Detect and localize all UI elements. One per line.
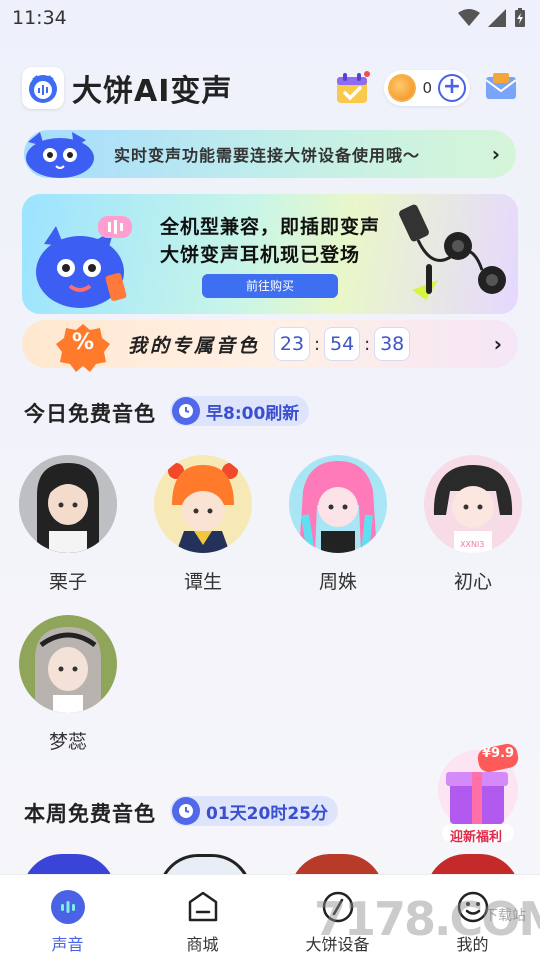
notice-text: 实时变声功能需要连接大饼设备使用哦～ <box>114 146 421 165</box>
exclusive-title: 我的专属音色 <box>128 334 261 357</box>
mail-icon[interactable] <box>484 71 518 105</box>
buy-now-button[interactable]: 前往购买 <box>202 274 338 298</box>
alarm-clock-icon <box>172 797 200 825</box>
avatar <box>19 615 117 713</box>
voice-name: 梦蕊 <box>48 731 87 753</box>
promo-line2: 大饼变声耳机现已登场 <box>160 244 361 266</box>
shop-icon <box>185 889 221 925</box>
new-user-gift[interactable]: ¥9.9 迎新福利 <box>434 740 522 845</box>
avatar <box>19 455 117 553</box>
app-title: 大饼AI变声 <box>72 74 233 109</box>
voice-card[interactable]: XXNI3 初心 <box>423 455 523 594</box>
discount-badge: % <box>72 330 95 355</box>
battery-icon <box>515 8 525 27</box>
promo-line1: 全机型兼容，即插即变声 <box>160 216 381 238</box>
app-header: 大饼AI变声 0 + <box>22 66 518 110</box>
voice-name: 初心 <box>453 571 492 593</box>
voice-name: 周姝 <box>318 571 357 593</box>
coin-balance[interactable]: 0 + <box>384 70 470 106</box>
voice-name: 栗子 <box>48 571 87 593</box>
earphone-promo-banner[interactable]: 全机型兼容，即插即变声 大饼变声耳机现已登场 前往购买 <box>22 194 518 314</box>
voice-card[interactable]: 梦蕊 <box>18 615 118 754</box>
signal-icon <box>488 9 506 27</box>
chevron-right-icon: › <box>491 142 500 166</box>
status-bar: 11:34 <box>0 0 540 36</box>
avatar <box>154 455 252 553</box>
add-coins-button[interactable]: + <box>438 74 466 102</box>
gift-label: 迎新福利 <box>450 830 503 845</box>
tab-mall[interactable]: 商城 <box>153 889 253 955</box>
voice-card[interactable]: 周姝 <box>288 455 388 594</box>
coin-icon <box>388 74 417 102</box>
weekly-countdown: 01天20时25分 <box>206 803 328 824</box>
voice-card[interactable]: 谭生 <box>153 455 253 594</box>
weekly-countdown-badge: 01天20时25分 <box>170 796 338 826</box>
watermark-small: 下载站 <box>484 908 526 924</box>
voice-name: 谭生 <box>183 571 222 593</box>
weekly-section-title: 本周免费音色 <box>24 802 156 826</box>
timer-minutes: 54 <box>324 327 361 361</box>
exclusive-voice-banner[interactable]: % 我的专属音色 23 : 54 : 38 › <box>22 320 518 372</box>
refresh-badge: 早8:00刷新 <box>170 396 310 426</box>
mascot-phone-icon <box>36 216 132 308</box>
avatar: XXNI3 <box>424 455 522 553</box>
mascot-icon <box>26 132 94 178</box>
tab-label: 声音 <box>51 935 84 954</box>
tab-voice[interactable]: 声音 <box>18 889 118 955</box>
timer-hours: 23 <box>274 327 311 361</box>
avatar <box>289 455 387 553</box>
status-time: 11:34 <box>12 7 67 29</box>
wifi-icon <box>458 9 480 26</box>
earphones-icon <box>399 204 506 300</box>
device-notice-banner[interactable]: 实时变声功能需要连接大饼设备使用哦～ › <box>24 130 516 178</box>
coin-count: 0 <box>422 79 432 97</box>
today-section-title: 今日免费音色 <box>24 402 156 426</box>
tab-label: 商城 <box>186 935 219 954</box>
gift-price: ¥9.9 <box>482 746 515 761</box>
svg-text:XXNI3: XXNI3 <box>460 540 484 549</box>
timer-seconds: 38 <box>374 327 411 361</box>
refresh-text: 早8:00刷新 <box>206 403 300 424</box>
app-logo <box>22 67 64 109</box>
voice-card[interactable]: 栗子 <box>18 455 118 594</box>
voice-tab-icon <box>50 889 86 925</box>
alarm-clock-icon <box>172 397 200 425</box>
checkin-calendar-icon[interactable] <box>334 70 371 106</box>
chevron-right-icon: › <box>493 332 502 356</box>
countdown-timer: 23 : 54 : 38 <box>274 327 411 361</box>
